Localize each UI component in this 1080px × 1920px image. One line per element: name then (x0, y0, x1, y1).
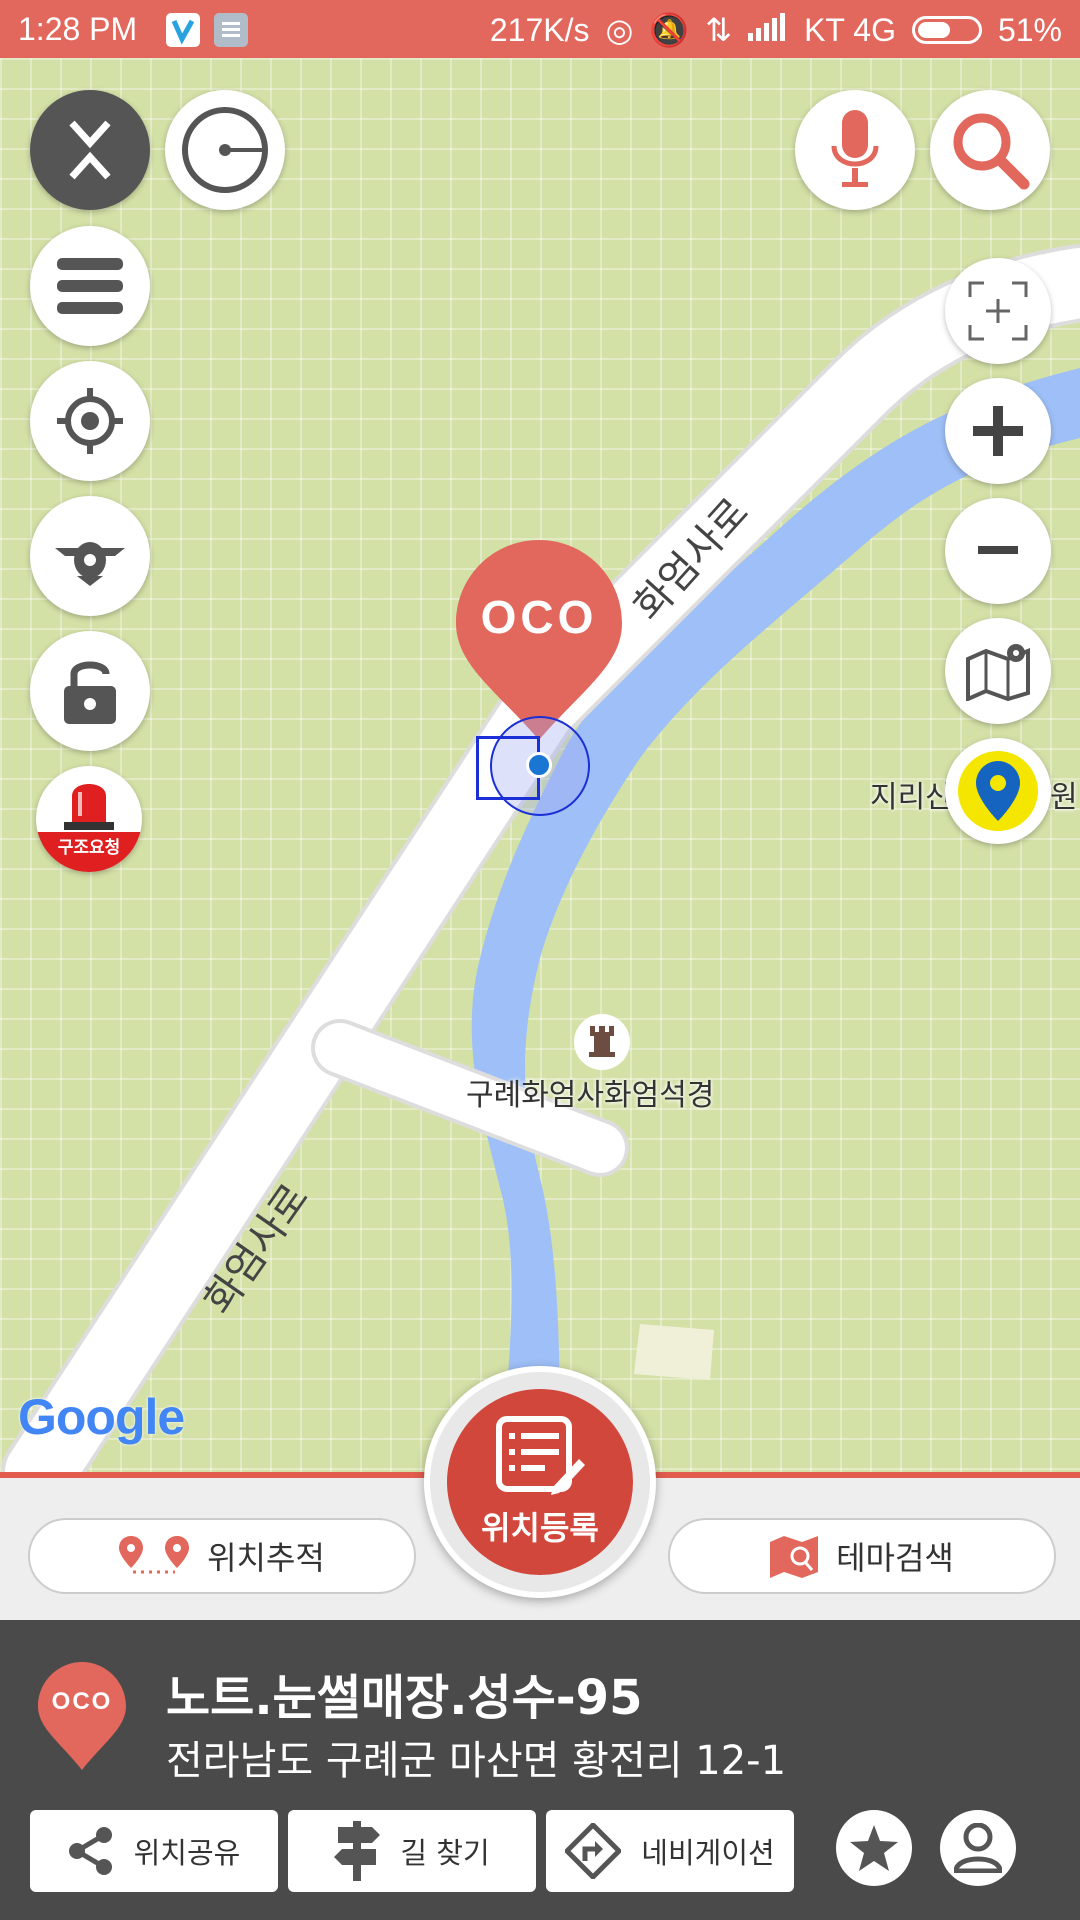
person-icon (954, 1823, 1002, 1873)
find-route-button[interactable]: 길 찾기 (288, 1810, 536, 1892)
place-logo: OCO (38, 1662, 126, 1770)
hamburger-icon (57, 258, 123, 314)
share-location-label: 위치공유 (133, 1836, 241, 1870)
edit-list-icon (496, 1416, 585, 1495)
navigation-button[interactable]: 네비게이션 (546, 1810, 794, 1892)
microphone-icon (831, 110, 879, 187)
register-location-label: 위치등록 (481, 1509, 599, 1547)
app-notification-icon (166, 13, 200, 47)
turn-arrow-icon (565, 1823, 622, 1879)
drone-icon (55, 542, 125, 586)
expand-icon (968, 281, 1028, 341)
my-location-button[interactable] (30, 361, 150, 481)
unlock-icon (64, 661, 116, 724)
compass-button[interactable] (165, 90, 285, 210)
yellow-pin-badge (958, 751, 1038, 831)
google-logo-text: Google (18, 1389, 185, 1445)
minus-icon (978, 546, 1018, 554)
collapse-arrows-icon (69, 120, 111, 180)
location-tracking-label: 위치추적 (207, 1539, 325, 1577)
siren-icon (64, 784, 114, 830)
share-icon (68, 1827, 112, 1875)
mute-icon: 🔕 (649, 12, 690, 48)
location-tracking-button[interactable]: 위치추적 (28, 1518, 416, 1594)
profile-button[interactable] (940, 1810, 1016, 1886)
route-pins-icon (119, 1536, 190, 1574)
hotspot-icon: ◎ (605, 12, 634, 48)
data-arrows-icon: ⇅ (705, 12, 733, 48)
marker-logo-text: OCO (480, 591, 598, 643)
navigation-label: 네비게이션 (641, 1836, 775, 1870)
rescue-request-button[interactable]: 구조요청 (36, 766, 142, 872)
status-time: 1:28 PM (18, 11, 138, 47)
find-route-label: 길 찾기 (400, 1836, 490, 1870)
place-title: 노트.눈썰매장.성수-95 (166, 1670, 643, 1726)
crosshair-icon (57, 388, 123, 454)
star-icon (850, 1825, 898, 1871)
message-notification-icon (214, 13, 248, 47)
place-address: 전라남도 구례군 마산면 황전리 12-1 (166, 1738, 787, 1784)
battery-percent: 51% (997, 11, 1062, 48)
theme-search-label: 테마검색 (836, 1539, 954, 1577)
register-location-button[interactable]: 위치등록 (424, 1366, 656, 1598)
map-view[interactable]: 화엄사로 화엄사로 구례화엄사화엄석경 지리산 원 OCO 구조요청 Googl… (0, 58, 1080, 1472)
theme-map-icon (770, 1536, 819, 1578)
current-location-dot (526, 752, 552, 778)
status-bar: 1:28 PM 217K/s ◎ 🔕 ⇅ KT 4G 51% (0, 0, 1080, 58)
place-pin-button[interactable] (945, 738, 1051, 844)
register-location-inner: 위치등록 (447, 1389, 633, 1575)
signal-icon (748, 12, 788, 49)
network-speed: 217K/s (489, 11, 590, 48)
location-pin-icon (976, 761, 1020, 821)
share-location-button[interactable]: 위치공유 (30, 1810, 278, 1892)
building-shape (634, 1324, 714, 1380)
location-marker[interactable]: OCO (456, 540, 622, 740)
lock-button[interactable] (30, 631, 150, 751)
app-root: 1:28 PM 217K/s ◎ 🔕 ⇅ KT 4G 51% 화엄사로 화엄사로… (0, 0, 1080, 1920)
poi-label[interactable]: 구례화엄사화엄석경 (466, 1070, 714, 1114)
rescue-label: 구조요청 (36, 832, 142, 872)
zoom-out-button[interactable] (945, 498, 1051, 604)
search-icon (953, 113, 1030, 190)
google-logo: Google (18, 1388, 185, 1446)
voice-search-button[interactable] (795, 90, 915, 210)
partial-place-label-left: 지리산 (870, 780, 953, 815)
place-logo-text: OCO (51, 1688, 113, 1715)
favorite-button[interactable] (836, 1810, 912, 1886)
partial-place-label-right: 원 (1050, 780, 1078, 815)
search-button[interactable] (930, 90, 1050, 210)
signpost-icon (334, 1821, 381, 1881)
compass-icon (182, 107, 268, 193)
plus-icon (973, 406, 1023, 456)
drone-button[interactable] (30, 496, 150, 616)
fullscreen-button[interactable] (945, 258, 1051, 364)
folded-map-icon (966, 644, 1030, 701)
place-info-panel: OCO 노트.눈썰매장.성수-95 전라남도 구례군 마산면 황전리 12-1 … (0, 1620, 1080, 1920)
zoom-in-button[interactable] (945, 378, 1051, 484)
collapse-button[interactable] (30, 90, 150, 210)
map-type-button[interactable] (945, 618, 1051, 724)
poi-icon[interactable] (574, 1014, 630, 1070)
menu-button[interactable] (30, 226, 150, 346)
status-right: 217K/s ◎ 🔕 ⇅ KT 4G 51% (490, 11, 1062, 49)
theme-search-button[interactable]: 테마검색 (668, 1518, 1056, 1594)
carrier-label: KT 4G (804, 11, 896, 48)
battery-icon (911, 16, 982, 44)
